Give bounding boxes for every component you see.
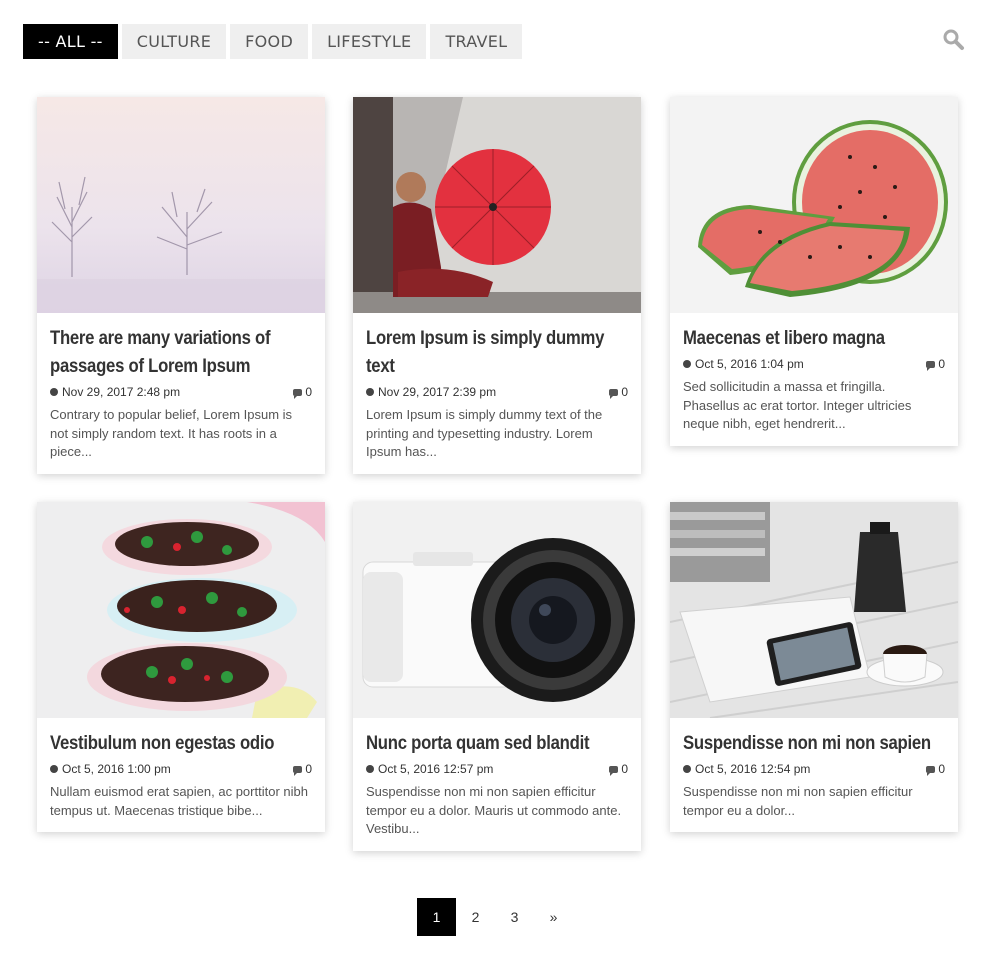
post-excerpt: Sed sollicitudin a massa et fringilla. P…: [683, 379, 912, 431]
clock-icon: [366, 388, 374, 396]
post-date: Nov 29, 2017 2:48 pm: [62, 385, 181, 399]
filter-culture[interactable]: CULTURE: [121, 24, 227, 59]
page-1-button[interactable]: 1: [417, 898, 456, 936]
comment-count[interactable]: 0: [938, 357, 945, 371]
post-card: There are many variations of passages of…: [37, 97, 325, 474]
post-excerpt: Suspendisse non mi non sapien efficitur …: [683, 784, 913, 818]
post-thumbnail[interactable]: [37, 97, 325, 313]
comment-count[interactable]: 0: [305, 762, 312, 776]
post-thumbnail[interactable]: [37, 502, 325, 718]
post-title[interactable]: There are many variations of passages of…: [50, 325, 308, 381]
page-3-button[interactable]: 3: [495, 898, 534, 936]
post-meta: Oct 5, 2016 1:04 pm 0: [683, 357, 945, 371]
post-thumbnail[interactable]: [353, 97, 641, 313]
comment-icon: [926, 765, 936, 776]
comment-count[interactable]: 0: [305, 385, 312, 399]
clock-icon: [50, 765, 58, 773]
comment-icon: [926, 360, 936, 371]
comment-icon: [609, 765, 619, 776]
category-filter-bar: -- ALL -- CULTURE FOOD LIFESTYLE TRAVEL: [23, 24, 523, 59]
search-icon[interactable]: [942, 28, 966, 52]
filter-all[interactable]: -- ALL --: [23, 24, 118, 59]
post-title[interactable]: Vestibulum non egestas odio: [50, 730, 308, 758]
post-thumbnail[interactable]: [670, 502, 958, 718]
post-card: Lorem Ipsum is simply dummy text Nov 29,…: [353, 97, 641, 474]
comment-count[interactable]: 0: [621, 385, 628, 399]
post-card: Maecenas et libero magna Oct 5, 2016 1:0…: [670, 97, 958, 446]
post-card: Suspendisse non mi non sapien Oct 5, 201…: [670, 502, 958, 832]
post-card: Nunc porta quam sed blandit Oct 5, 2016 …: [353, 502, 641, 851]
post-thumbnail[interactable]: [353, 502, 641, 718]
comment-icon: [293, 388, 303, 399]
post-excerpt: Nullam euismod erat sapien, ac porttitor…: [50, 784, 308, 818]
filter-lifestyle[interactable]: LIFESTYLE: [312, 24, 427, 59]
post-title[interactable]: Nunc porta quam sed blandit: [366, 730, 624, 758]
post-date: Oct 5, 2016 1:00 pm: [62, 762, 171, 776]
post-meta: Oct 5, 2016 1:00 pm 0: [50, 762, 312, 776]
post-date: Oct 5, 2016 12:54 pm: [695, 762, 811, 776]
post-thumbnail[interactable]: [670, 97, 958, 313]
post-date: Nov 29, 2017 2:39 pm: [378, 385, 497, 399]
filter-food[interactable]: FOOD: [230, 24, 309, 59]
post-card: Vestibulum non egestas odio Oct 5, 2016 …: [37, 502, 325, 832]
post-title[interactable]: Lorem Ipsum is simply dummy text: [366, 325, 624, 381]
post-excerpt: Lorem Ipsum is simply dummy text of the …: [366, 407, 603, 459]
comment-icon: [609, 388, 619, 399]
post-title[interactable]: Maecenas et libero magna: [683, 325, 941, 353]
post-title[interactable]: Suspendisse non mi non sapien: [683, 730, 941, 758]
page-2-button[interactable]: 2: [456, 898, 495, 936]
clock-icon: [683, 765, 691, 773]
post-excerpt: Contrary to popular belief, Lorem Ipsum …: [50, 407, 293, 459]
post-meta: Nov 29, 2017 2:48 pm 0: [50, 385, 312, 399]
post-date: Oct 5, 2016 12:57 pm: [378, 762, 494, 776]
post-excerpt: Suspendisse non mi non sapien efficitur …: [366, 784, 622, 836]
filter-travel[interactable]: TRAVEL: [430, 24, 523, 59]
post-meta: Oct 5, 2016 12:57 pm 0: [366, 762, 628, 776]
clock-icon: [366, 765, 374, 773]
comment-count[interactable]: 0: [938, 762, 945, 776]
next-page-button[interactable]: »: [534, 898, 573, 936]
post-meta: Nov 29, 2017 2:39 pm 0: [366, 385, 628, 399]
comment-icon: [293, 765, 303, 776]
pagination: 1 2 3 »: [417, 898, 573, 936]
clock-icon: [683, 360, 691, 368]
post-meta: Oct 5, 2016 12:54 pm 0: [683, 762, 945, 776]
comment-count[interactable]: 0: [621, 762, 628, 776]
clock-icon: [50, 388, 58, 396]
post-date: Oct 5, 2016 1:04 pm: [695, 357, 804, 371]
